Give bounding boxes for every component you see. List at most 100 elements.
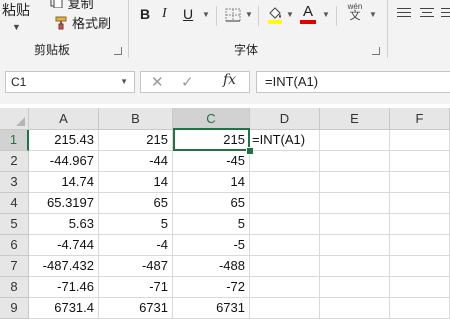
cell-d1[interactable]: =INT(A1) <box>250 130 320 151</box>
cell-a6[interactable]: -4.744 <box>29 235 99 256</box>
fill-color-dropdown-icon[interactable]: ▼ <box>286 10 294 19</box>
cell-a9[interactable]: 6731.4 <box>29 298 99 319</box>
select-all-button[interactable] <box>0 108 29 130</box>
cell-a5[interactable]: 5.63 <box>29 214 99 235</box>
clipboard-launcher-icon[interactable] <box>114 47 122 55</box>
cell-e1[interactable] <box>320 130 390 151</box>
cell-d9[interactable] <box>250 298 320 319</box>
column-header-c[interactable]: C <box>173 108 250 130</box>
cell-d7[interactable] <box>250 256 320 277</box>
paste-dropdown-icon[interactable]: ▼ <box>12 22 21 32</box>
cell-d6[interactable] <box>250 235 320 256</box>
font-color-button[interactable]: A <box>300 3 316 24</box>
cancel-icon[interactable]: ✕ <box>151 73 164 91</box>
row-header[interactable]: 5 <box>0 214 29 235</box>
cell-e7[interactable] <box>320 256 390 277</box>
cell-e3[interactable] <box>320 172 390 193</box>
font-launcher-icon[interactable] <box>372 47 380 55</box>
phonetic-bottom-text: 文 <box>349 10 361 22</box>
column-header-f[interactable]: F <box>390 108 450 130</box>
cell-e6[interactable] <box>320 235 390 256</box>
column-header-b[interactable]: B <box>99 108 173 130</box>
align-bottom-icon[interactable] <box>441 8 450 20</box>
row-header[interactable]: 9 <box>0 298 29 319</box>
copy-button[interactable]: 复制 <box>50 0 94 12</box>
row-header[interactable]: 8 <box>0 277 29 298</box>
row-header[interactable]: 7 <box>0 256 29 277</box>
insert-function-icon[interactable]: fx <box>223 72 236 88</box>
cell-d8[interactable] <box>250 277 320 298</box>
cell-e5[interactable] <box>320 214 390 235</box>
align-top-icon[interactable] <box>397 8 411 20</box>
worksheet-grid[interactable]: ABCDEF 1 215.43 215 215 =INT(A1) 2 -44.967 -44-… <box>0 108 450 319</box>
cell-b8[interactable]: -71 <box>99 277 173 298</box>
cell-c4[interactable]: 65 <box>173 193 250 214</box>
cell-a8[interactable]: -71.46 <box>29 277 99 298</box>
align-middle-icon[interactable] <box>420 8 434 20</box>
cell-b6[interactable]: -4 <box>99 235 173 256</box>
row-header[interactable]: 2 <box>0 151 29 172</box>
column-header-d[interactable]: D <box>250 108 320 130</box>
row-header[interactable]: 4 <box>0 193 29 214</box>
font-color-dropdown-icon[interactable]: ▼ <box>322 10 330 19</box>
cell-e2[interactable] <box>320 151 390 172</box>
cell-b4[interactable]: 65 <box>99 193 173 214</box>
underline-dropdown-icon[interactable]: ▼ <box>202 10 210 19</box>
cell-b7[interactable]: -487 <box>99 256 173 277</box>
cell-f8[interactable] <box>390 277 450 298</box>
paste-button[interactable]: 粘贴 <box>2 0 30 20</box>
cell-f5[interactable] <box>390 214 450 235</box>
cell-b3[interactable]: 14 <box>99 172 173 193</box>
column-header-e[interactable]: E <box>320 108 390 130</box>
cell-e8[interactable] <box>320 277 390 298</box>
cell-a3[interactable]: 14.74 <box>29 172 99 193</box>
cell-a1[interactable]: 215.43 <box>29 130 99 151</box>
cell-b1[interactable]: 215 <box>99 130 173 151</box>
cell-f4[interactable] <box>390 193 450 214</box>
cell-c8[interactable]: -72 <box>173 277 250 298</box>
cell-f3[interactable] <box>390 172 450 193</box>
cell-f7[interactable] <box>390 256 450 277</box>
cell-e9[interactable] <box>320 298 390 319</box>
cell-c5[interactable]: 5 <box>173 214 250 235</box>
cell-c9[interactable]: 6731 <box>173 298 250 319</box>
phonetic-dropdown-icon[interactable]: ▼ <box>369 10 377 19</box>
cell-a7[interactable]: -487.432 <box>29 256 99 277</box>
cell-a2[interactable]: -44.967 <box>29 151 99 172</box>
cell-d4[interactable] <box>250 193 320 214</box>
row-header[interactable]: 6 <box>0 235 29 256</box>
cell-f1[interactable] <box>390 130 450 151</box>
format-painter-button[interactable]: 格式刷 <box>55 13 111 32</box>
cell-b2[interactable]: -44 <box>99 151 173 172</box>
cell-d5[interactable] <box>250 214 320 235</box>
cell-e4[interactable] <box>320 193 390 214</box>
cell-c2[interactable]: -45 <box>173 151 250 172</box>
enter-icon[interactable]: ✓ <box>181 73 194 91</box>
cell-a4[interactable]: 65.3197 <box>29 193 99 214</box>
cell-d3[interactable] <box>250 172 320 193</box>
bold-button[interactable]: B <box>140 6 150 22</box>
cell-f2[interactable] <box>390 151 450 172</box>
name-box[interactable]: C1 ▼ <box>5 71 135 93</box>
cell-c7[interactable]: -488 <box>173 256 250 277</box>
cell-b5[interactable]: 5 <box>99 214 173 235</box>
select-all-icon <box>16 117 25 126</box>
underline-button[interactable]: U <box>183 6 193 22</box>
column-header-a[interactable]: A <box>29 108 99 130</box>
row-header[interactable]: 1 <box>0 130 29 151</box>
row-header[interactable]: 3 <box>0 172 29 193</box>
borders-icon[interactable] <box>225 8 241 22</box>
cell-b9[interactable]: 6731 <box>99 298 173 319</box>
fill-color-icon[interactable] <box>267 5 283 24</box>
formula-input[interactable]: =INT(A1) <box>256 71 450 93</box>
cell-c3[interactable]: 14 <box>173 172 250 193</box>
name-box-dropdown-icon[interactable]: ▼ <box>120 72 128 92</box>
cell-c6[interactable]: -5 <box>173 235 250 256</box>
borders-dropdown-icon[interactable]: ▼ <box>245 10 253 19</box>
cell-f9[interactable] <box>390 298 450 319</box>
cell-f6[interactable] <box>390 235 450 256</box>
cell-d2[interactable] <box>250 151 320 172</box>
phonetic-guide-button[interactable]: wén 文 <box>344 3 366 22</box>
fill-handle[interactable] <box>246 147 254 155</box>
italic-button[interactable]: I <box>162 6 167 22</box>
